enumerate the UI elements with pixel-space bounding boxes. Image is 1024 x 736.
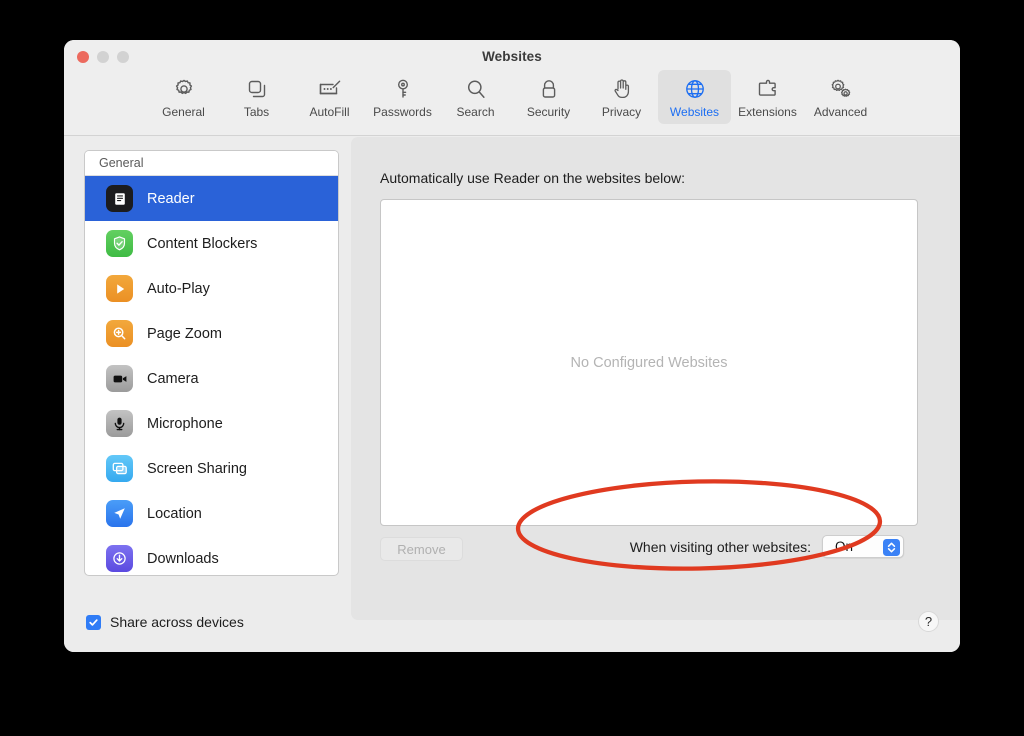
toolbar-item-tabs[interactable]: Tabs (220, 70, 293, 124)
hand-icon (610, 76, 634, 102)
when-visiting-label: When visiting other websites: (629, 538, 811, 555)
preferences-content: Automatically use Reader on the websites… (64, 137, 960, 652)
preferences-window: Websites General Tabs AutoFill Passwords… (64, 40, 960, 652)
magnifier-plus-icon (106, 320, 133, 347)
gears-icon (828, 76, 854, 102)
help-button[interactable]: ? (918, 611, 939, 632)
sidebar-item-label: Screen Sharing (147, 460, 247, 477)
configured-websites-list[interactable]: No Configured Websites (380, 199, 918, 526)
globe-icon (683, 76, 707, 102)
toolbar-item-privacy[interactable]: Privacy (585, 70, 658, 124)
share-across-devices-row[interactable]: Share across devices (86, 614, 244, 630)
toolbar-label: Advanced (813, 105, 868, 119)
toolbar-item-extensions[interactable]: Extensions (731, 70, 804, 124)
screen-sharing-icon (106, 455, 133, 482)
key-icon (391, 76, 415, 102)
toolbar-item-advanced[interactable]: Advanced (804, 70, 877, 124)
toolbar-item-search[interactable]: Search (439, 70, 512, 124)
toolbar-item-websites[interactable]: Websites (658, 70, 731, 124)
toolbar-label: Tabs (243, 105, 270, 119)
reader-icon (106, 185, 133, 212)
when-visiting-value: On (835, 539, 854, 554)
sidebar-item-label: Content Blockers (147, 235, 258, 252)
autofill-icon (317, 76, 343, 102)
toolbar-label: Extensions (738, 105, 797, 119)
toolbar-item-general[interactable]: General (147, 70, 220, 124)
toolbar-label: Passwords (373, 105, 432, 119)
shield-check-icon (106, 230, 133, 257)
window-title: Websites (482, 49, 542, 64)
microphone-icon (106, 410, 133, 437)
toolbar-label: General (162, 105, 205, 119)
sidebar-item-auto-play[interactable]: Auto-Play (85, 266, 338, 311)
empty-list-message: No Configured Websites (570, 354, 728, 371)
window-titlebar: Websites General Tabs AutoFill Passwords… (64, 40, 960, 136)
sidebar-item-label: Location (147, 505, 202, 522)
toolbar-label: Privacy (601, 105, 642, 119)
tabs-icon (245, 76, 269, 102)
toolbar-item-autofill[interactable]: AutoFill (293, 70, 366, 124)
puzzle-icon (756, 76, 780, 102)
sidebar-item-content-blockers[interactable]: Content Blockers (85, 221, 338, 266)
sidebar-item-label: Downloads (147, 550, 219, 567)
play-icon (106, 275, 133, 302)
location-arrow-icon (106, 500, 133, 527)
toolbar-label: Security (526, 105, 571, 119)
toolbar-label: Websites (669, 105, 720, 119)
sidebar-item-downloads[interactable]: Downloads (85, 536, 338, 575)
lock-icon (537, 76, 561, 102)
sidebar-item-label: Camera (147, 370, 199, 387)
sidebar-item-label: Microphone (147, 415, 223, 432)
sidebar-item-page-zoom[interactable]: Page Zoom (85, 311, 338, 356)
sidebar-item-microphone[interactable]: Microphone (85, 401, 338, 446)
preferences-toolbar: General Tabs AutoFill Passwords Search S… (64, 70, 960, 124)
toolbar-item-security[interactable]: Security (512, 70, 585, 124)
share-across-devices-label: Share across devices (110, 614, 244, 630)
chevron-up-down-icon (883, 538, 900, 556)
share-across-devices-checkbox[interactable] (86, 614, 101, 630)
download-icon (106, 545, 133, 572)
when-visiting-select[interactable]: On (822, 535, 904, 558)
camera-icon (106, 365, 133, 392)
gear-icon (172, 76, 196, 102)
sidebar-item-label: Reader (147, 190, 195, 207)
settings-sidebar: General Reader Content Blockers Auto-Pla… (84, 150, 339, 576)
panel-title: Automatically use Reader on the websites… (380, 170, 686, 186)
sidebar-item-label: Auto-Play (147, 280, 210, 297)
sidebar-item-camera[interactable]: Camera (85, 356, 338, 401)
toolbar-label: Search (456, 105, 495, 119)
sidebar-item-screen-sharing[interactable]: Screen Sharing (85, 446, 338, 491)
remove-button[interactable]: Remove (380, 537, 463, 561)
when-visiting-row: When visiting other websites: On (630, 535, 904, 558)
sidebar-item-label: Page Zoom (147, 325, 222, 342)
toolbar-label: AutoFill (309, 105, 350, 119)
sidebar-item-location[interactable]: Location (85, 491, 338, 536)
toolbar-item-passwords[interactable]: Passwords (366, 70, 439, 124)
reader-settings-panel: Automatically use Reader on the websites… (351, 137, 960, 620)
sidebar-item-reader[interactable]: Reader (85, 176, 338, 221)
sidebar-header: General (85, 151, 338, 176)
search-icon (464, 76, 488, 102)
